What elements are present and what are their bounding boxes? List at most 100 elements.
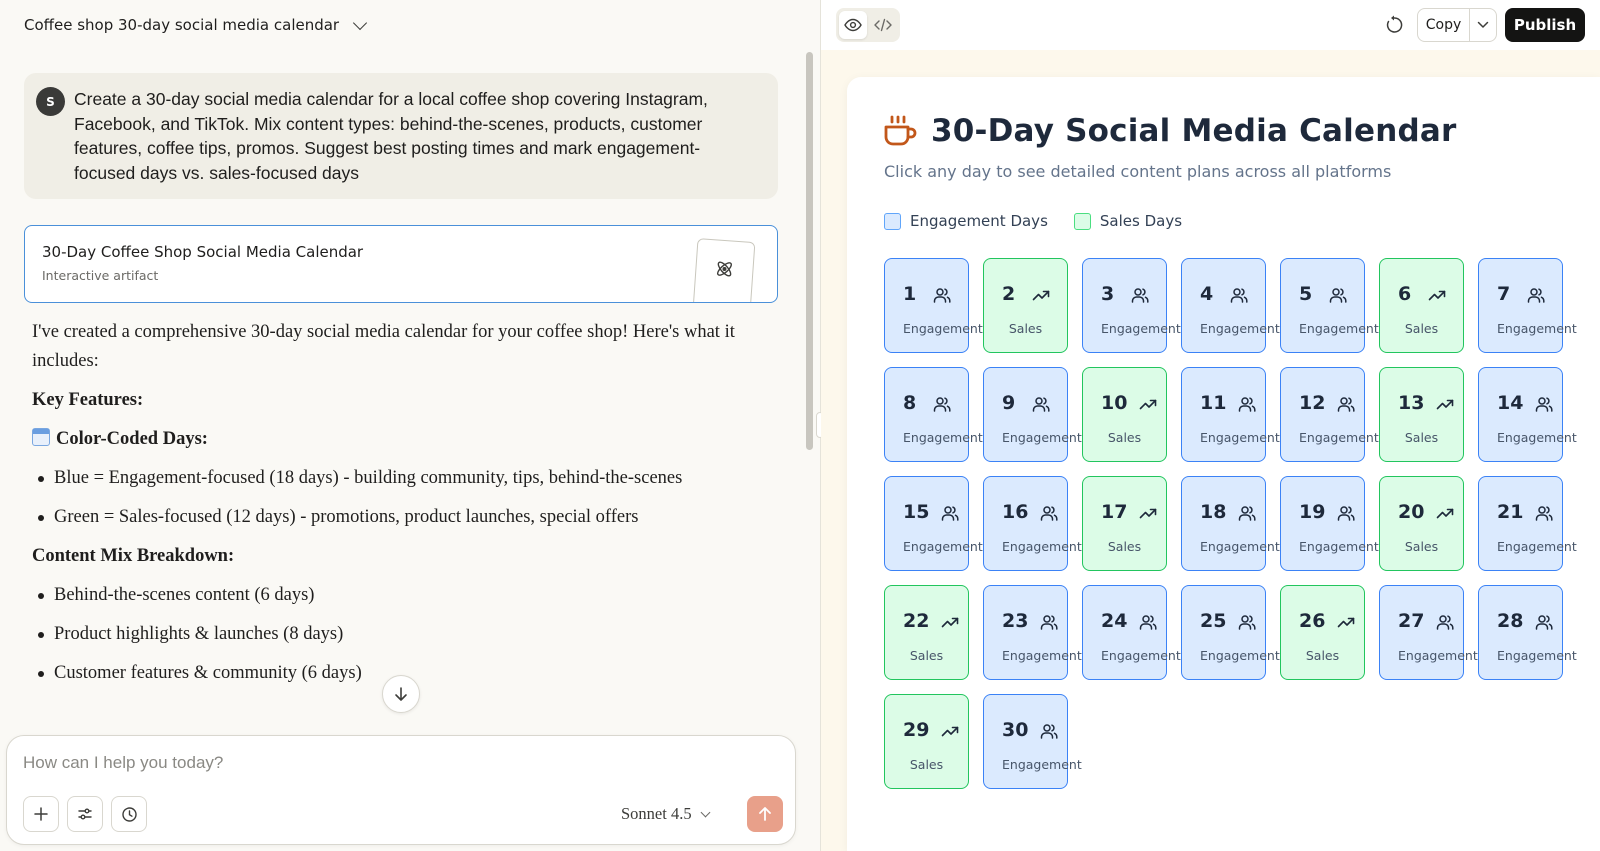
artifact-card[interactable]: 30-Day Coffee Shop Social Media Calendar… — [24, 225, 778, 303]
send-button[interactable] — [747, 796, 783, 832]
day-number: 28 — [1497, 610, 1524, 632]
users-icon — [1535, 396, 1553, 412]
calendar-day[interactable]: 16 Engagement — [983, 476, 1082, 571]
day-number: 18 — [1200, 501, 1227, 523]
chat-input[interactable] — [23, 750, 723, 776]
calendar-day[interactable]: 15 Engagement — [884, 476, 983, 571]
calendar-day[interactable]: 7 Engagement — [1478, 258, 1577, 353]
day-number: 11 — [1200, 392, 1227, 414]
users-icon — [1436, 614, 1454, 630]
users-icon — [1337, 505, 1355, 521]
calendar-day[interactable]: 4 Engagement — [1181, 258, 1280, 353]
calendar-day[interactable]: 22 Sales — [884, 585, 969, 680]
heading-color-coded: Color-Coded Days: — [32, 425, 752, 454]
calendar-day[interactable]: 20 Sales — [1379, 476, 1464, 571]
code-tab[interactable] — [869, 11, 897, 39]
day-type-label: Engagement — [903, 539, 983, 554]
users-icon — [1238, 505, 1256, 521]
calendar-day[interactable]: 28 Engagement — [1478, 585, 1577, 680]
calendar-day[interactable]: 30 Engagement — [983, 694, 1082, 789]
calendar-day[interactable]: 13 Sales — [1379, 367, 1464, 462]
day-number: 29 — [903, 719, 930, 741]
list-item: Green = Sales-focused (12 days) - promot… — [32, 503, 752, 532]
avatar: S — [36, 87, 65, 116]
calendar-day[interactable]: 29 Sales — [884, 694, 969, 789]
preview-tab[interactable] — [839, 11, 867, 39]
users-icon — [1040, 614, 1058, 630]
day-type-label: Engagement — [1002, 757, 1082, 772]
calendar-day[interactable]: 18 Engagement — [1181, 476, 1280, 571]
calendar-day[interactable]: 26 Sales — [1280, 585, 1365, 680]
calendar-day[interactable]: 25 Engagement — [1181, 585, 1280, 680]
calendar-day[interactable]: 10 Sales — [1082, 367, 1167, 462]
calendar-icon — [32, 428, 50, 446]
calendar-day[interactable]: 17 Sales — [1082, 476, 1167, 571]
day-type-label: Engagement — [1002, 539, 1082, 554]
calendar-day[interactable]: 14 Engagement — [1478, 367, 1577, 462]
day-type-label: Engagement — [1200, 648, 1280, 663]
day-number: 7 — [1497, 283, 1511, 305]
day-type-label: Engagement — [1002, 648, 1082, 663]
legend-swatch-sales — [1073, 212, 1091, 230]
react-atom-icon — [716, 261, 732, 277]
calendar-day[interactable]: 12 Engagement — [1280, 367, 1379, 462]
users-icon — [933, 396, 951, 412]
copy-button[interactable]: Copy — [1418, 9, 1470, 41]
trending-up-icon — [1428, 287, 1446, 303]
copy-group: Copy — [1417, 8, 1497, 42]
tools-button[interactable] — [67, 796, 103, 832]
calendar-day[interactable]: 23 Engagement — [983, 585, 1082, 680]
day-number: 16 — [1002, 501, 1029, 523]
legend-label: Engagement Days — [910, 212, 1048, 230]
heading-color-coded-text: Color-Coded Days: — [56, 429, 208, 449]
list-item: Blue = Engagement-focused (18 days) - bu… — [32, 464, 752, 493]
artifact-card-subtitle: Interactive artifact — [42, 268, 159, 283]
view-toggle — [836, 8, 900, 42]
refresh-icon — [1386, 15, 1403, 33]
model-selector[interactable]: Sonnet 4.5 — [621, 800, 711, 828]
add-button[interactable] — [23, 796, 59, 832]
model-name: Sonnet 4.5 — [621, 804, 692, 823]
calendar-day[interactable]: 24 Engagement — [1082, 585, 1181, 680]
scroll-down-button[interactable] — [382, 675, 420, 713]
publish-button[interactable]: Publish — [1505, 8, 1585, 42]
chat-scrollbar[interactable] — [806, 52, 813, 450]
day-type-label: Sales — [909, 648, 944, 663]
users-icon — [1032, 396, 1050, 412]
day-type-label: Engagement — [1101, 648, 1181, 663]
calendar-day[interactable]: 6 Sales — [1379, 258, 1464, 353]
list-item: Behind-the-scenes content (6 days) — [32, 581, 752, 610]
users-icon — [1329, 287, 1347, 303]
calendar-day[interactable]: 8 Engagement — [884, 367, 983, 462]
refresh-button[interactable] — [1381, 12, 1407, 38]
users-icon — [941, 505, 959, 521]
day-type-label: Sales — [1305, 648, 1340, 663]
day-number: 17 — [1101, 501, 1128, 523]
calendar-day[interactable]: 21 Engagement — [1478, 476, 1577, 571]
day-type-label: Engagement — [1497, 321, 1577, 336]
chat-title-dropdown[interactable]: Coffee shop 30-day social media calendar — [24, 14, 368, 36]
users-icon — [1230, 287, 1248, 303]
user-message-text: Create a 30-day social media calendar fo… — [74, 89, 708, 183]
calendar-day[interactable]: 2 Sales — [983, 258, 1068, 353]
trending-up-icon — [941, 614, 959, 630]
history-button[interactable] — [111, 796, 147, 832]
code-icon — [874, 18, 892, 32]
user-message: S Create a 30-day social media calendar … — [24, 73, 778, 199]
calendar-day[interactable]: 19 Engagement — [1280, 476, 1379, 571]
day-number: 1 — [903, 283, 917, 305]
calendar-day[interactable]: 1 Engagement — [884, 258, 983, 353]
day-type-label: Engagement — [903, 321, 983, 336]
clock-icon — [121, 806, 137, 822]
calendar-day[interactable]: 3 Engagement — [1082, 258, 1181, 353]
day-type-label: Engagement — [1299, 430, 1379, 445]
day-type-label: Engagement — [1200, 539, 1280, 554]
coffee-cup-icon — [884, 115, 917, 146]
day-type-label: Sales — [909, 757, 944, 772]
calendar-day[interactable]: 9 Engagement — [983, 367, 1082, 462]
calendar-day[interactable]: 27 Engagement — [1379, 585, 1478, 680]
calendar-day[interactable]: 11 Engagement — [1181, 367, 1280, 462]
copy-menu-button[interactable] — [1470, 9, 1496, 41]
artifact-thumbnail — [692, 238, 756, 302]
calendar-day[interactable]: 5 Engagement — [1280, 258, 1379, 353]
